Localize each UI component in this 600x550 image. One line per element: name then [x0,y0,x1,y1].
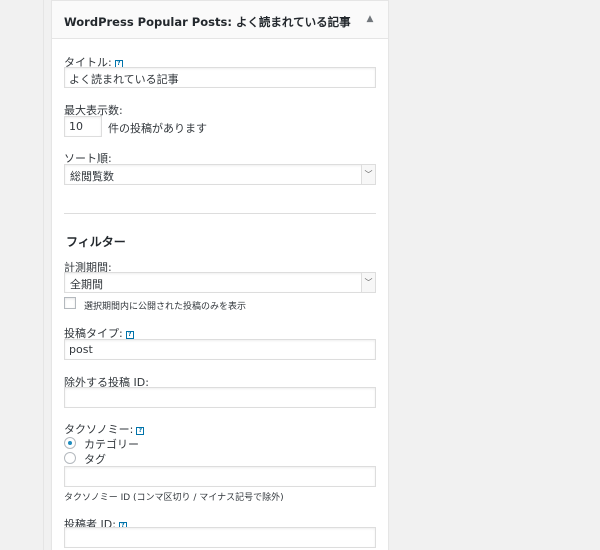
sort-select[interactable]: 総閲覧数 ﹀ [64,164,376,185]
taxonomy-hint: タクソノミー ID (コンマ区切り / マイナス記号で除外) [64,493,284,503]
filter-heading: フィルター [66,235,126,249]
max-posts-suffix: 件の投稿があります [108,122,207,135]
help-icon[interactable]: ? [125,331,134,339]
widget-panel: WordPress Popular Posts: よく読まれている記事 ▲ タイ… [51,0,389,550]
sort-select-value: 総閲覧数 [70,170,114,183]
widget-title: WordPress Popular Posts: よく読まれている記事 [64,15,351,29]
taxonomy-option-category: カテゴリー [84,438,139,451]
taxonomy-option-tag: タグ [84,453,106,466]
widget-header[interactable]: WordPress Popular Posts: よく読まれている記事 ▲ [52,1,388,39]
period-checkbox[interactable] [64,297,76,309]
taxonomy-radio-category[interactable] [64,437,76,449]
title-input[interactable]: よく読まれている記事 [64,67,376,88]
taxonomy-ids-input[interactable] [64,466,376,487]
period-select[interactable]: 全期間 ﹀ [64,272,376,293]
section-divider [64,213,376,214]
exclude-ids-input[interactable] [64,387,376,408]
help-icon[interactable]: ? [136,427,145,435]
max-posts-input[interactable]: 10 [64,116,102,137]
period-checkbox-label: 選択期間内に公開された投稿のみを表示 [84,302,247,312]
taxonomy-radio-tag[interactable] [64,452,76,464]
chevron-down-icon: ﹀ [361,165,375,184]
taxonomy-label: タクソノミー:? [64,421,145,437]
collapse-arrow-icon[interactable]: ▲ [364,14,376,24]
post-type-input[interactable]: post [64,339,376,360]
author-ids-input[interactable] [64,527,376,548]
period-select-value: 全期間 [70,278,103,291]
page-divider [43,0,44,550]
chevron-down-icon: ﹀ [361,273,375,292]
